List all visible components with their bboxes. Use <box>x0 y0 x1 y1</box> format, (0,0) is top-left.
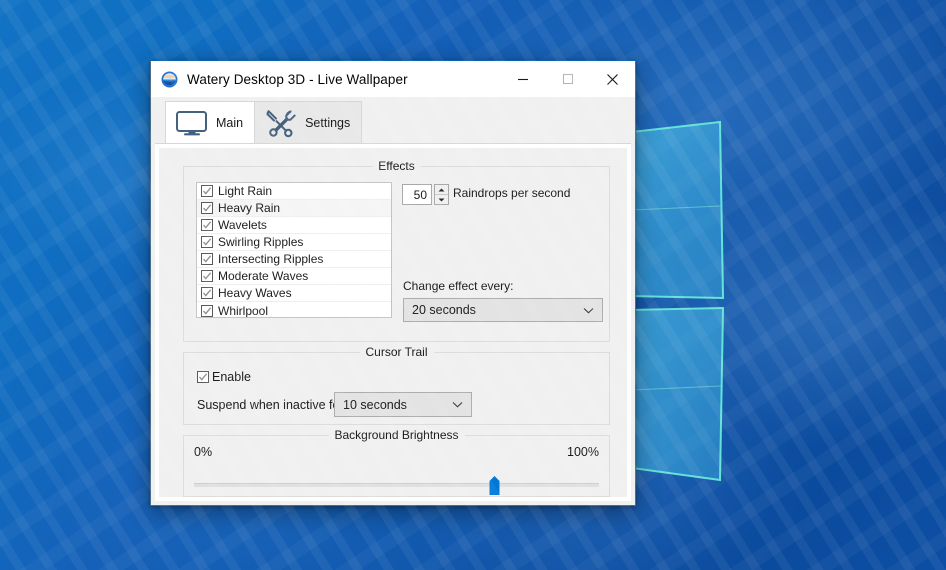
list-item[interactable]: Heavy Rain <box>197 200 391 217</box>
tab-strip: Main Settings <box>151 97 635 143</box>
list-item[interactable]: Intersecting Ripples <box>197 251 391 268</box>
list-item[interactable]: Whirlpool <box>197 302 391 318</box>
checkbox-icon[interactable] <box>201 287 213 299</box>
list-item[interactable]: Moderate Waves <box>197 268 391 285</box>
change-effect-value: 20 seconds <box>412 303 476 317</box>
monitor-icon <box>175 109 209 137</box>
list-item[interactable]: Wavelets <box>197 217 391 234</box>
maximize-button[interactable] <box>545 61 590 97</box>
raindrops-spin-buttons <box>434 184 449 205</box>
minimize-icon <box>517 78 528 81</box>
brightness-max-label: 100% <box>567 445 599 459</box>
effects-group: Effects Light Rain Heavy Rain Wavelets S… <box>183 159 610 342</box>
windows-logo <box>632 120 752 500</box>
brightness-group-title: Background Brightness <box>328 428 465 442</box>
suspend-value: 10 seconds <box>343 397 407 412</box>
tools-icon <box>264 108 298 138</box>
slider-thumb[interactable] <box>489 476 500 495</box>
slider-track[interactable] <box>194 483 599 487</box>
tab-main[interactable]: Main <box>165 101 256 143</box>
chevron-down-icon <box>438 198 445 201</box>
cursor-trail-group-title: Cursor Trail <box>359 345 434 359</box>
app-globe-icon <box>161 71 178 87</box>
cursor-trail-group: Cursor Trail Enable Suspend when inactiv… <box>183 345 610 425</box>
raindrops-stepper[interactable]: 50 <box>402 184 449 205</box>
maximize-icon <box>562 73 573 85</box>
suspend-select[interactable]: 10 seconds <box>334 392 472 417</box>
tab-content-panel: Effects Light Rain Heavy Rain Wavelets S… <box>155 143 631 501</box>
tab-main-label: Main <box>216 115 244 130</box>
list-item[interactable]: Light Rain <box>197 183 391 200</box>
checkbox-icon[interactable] <box>201 304 213 317</box>
chevron-up-icon <box>438 188 445 191</box>
list-item-label: Wavelets <box>218 218 267 232</box>
list-item-label: Heavy Waves <box>218 286 292 300</box>
spin-down-button[interactable] <box>435 195 448 204</box>
suspend-label: Suspend when inactive for <box>197 398 344 412</box>
list-item-label: Moderate Waves <box>218 269 309 283</box>
close-button[interactable] <box>590 61 635 97</box>
checkbox-icon[interactable] <box>201 219 213 231</box>
effects-group-title: Effects <box>372 159 421 173</box>
close-icon <box>607 73 618 85</box>
checkbox-icon[interactable] <box>201 253 213 265</box>
cursor-trail-enable-label: Enable <box>212 370 251 384</box>
desktop-background: Watery Desktop 3D - Live Wallpaper Main … <box>0 0 946 570</box>
minimize-button[interactable] <box>500 61 545 97</box>
list-item-label: Intersecting Ripples <box>218 252 324 266</box>
checkbox-icon[interactable] <box>201 236 213 248</box>
cursor-trail-enable-row[interactable]: Enable <box>197 370 251 384</box>
app-window: Watery Desktop 3D - Live Wallpaper Main … <box>150 60 636 506</box>
checkbox-icon[interactable] <box>201 185 213 197</box>
checkbox-icon[interactable] <box>197 371 209 383</box>
list-item-label: Swirling Ripples <box>218 235 304 249</box>
chevron-down-icon <box>583 307 594 314</box>
list-item-label: Whirlpool <box>218 303 269 318</box>
brightness-min-label: 0% <box>194 445 213 459</box>
chevron-down-icon <box>452 401 463 408</box>
tab-settings[interactable]: Settings <box>254 101 363 143</box>
list-item-label: Light Rain <box>218 184 273 198</box>
list-item[interactable]: Swirling Ripples <box>197 234 391 251</box>
list-item-label: Heavy Rain <box>218 201 281 215</box>
brightness-group: Background Brightness 0% 100% <box>183 428 610 497</box>
raindrops-input[interactable]: 50 <box>402 184 432 205</box>
checkbox-icon[interactable] <box>201 270 213 282</box>
change-effect-label: Change effect every: <box>403 279 514 293</box>
window-title: Watery Desktop 3D - Live Wallpaper <box>187 71 408 87</box>
effects-list[interactable]: Light Rain Heavy Rain Wavelets Swirling … <box>196 182 392 318</box>
raindrops-caption: Raindrops per second <box>453 186 571 200</box>
brightness-slider[interactable] <box>194 476 599 495</box>
title-bar[interactable]: Watery Desktop 3D - Live Wallpaper <box>151 61 635 97</box>
spin-up-button[interactable] <box>435 185 448 195</box>
window-controls <box>500 61 635 97</box>
checkbox-icon[interactable] <box>201 202 213 214</box>
list-item[interactable]: Heavy Waves <box>197 285 391 302</box>
change-effect-select[interactable]: 20 seconds <box>403 298 603 322</box>
tab-settings-label: Settings <box>305 115 351 130</box>
